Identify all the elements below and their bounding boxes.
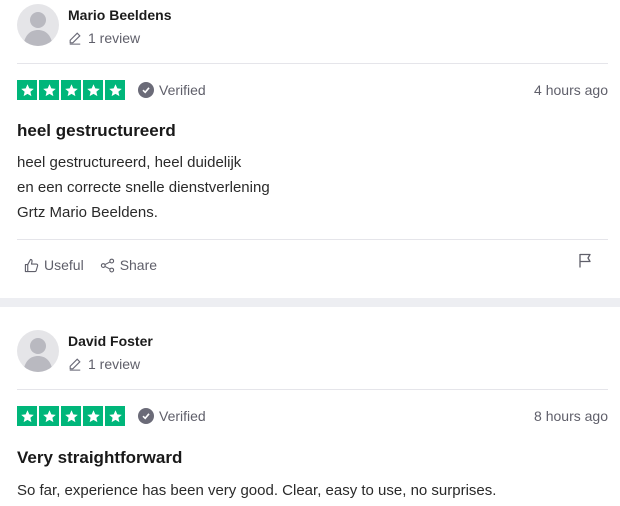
review-date: 8 hours ago	[534, 408, 608, 424]
review-actions: Useful Share	[24, 257, 157, 273]
review-count-label: 1 review	[88, 356, 141, 372]
star-rating	[17, 406, 125, 426]
review-body-line: heel gestructureerd, heel duidelijk	[17, 154, 242, 171]
verified-check-icon	[138, 408, 154, 424]
divider	[17, 389, 608, 390]
thumbs-up-icon	[24, 258, 39, 272]
avatar-placeholder-icon	[23, 338, 53, 372]
star-rating	[17, 80, 125, 100]
star-icon	[105, 80, 125, 100]
verified-check-icon	[138, 82, 154, 98]
star-icon	[17, 80, 37, 100]
share-icon	[100, 258, 114, 272]
review-count: 1 review	[68, 356, 140, 372]
star-icon	[83, 80, 103, 100]
avatar[interactable]	[17, 4, 59, 46]
review-count-label: 1 review	[88, 30, 141, 46]
divider	[17, 63, 608, 64]
review-body-line: So far, experience has been very good. C…	[17, 482, 497, 499]
star-icon	[61, 80, 81, 100]
useful-button[interactable]: Useful	[24, 257, 84, 273]
review-count: 1 review	[68, 30, 140, 46]
star-icon	[105, 406, 125, 426]
useful-label: Useful	[44, 257, 84, 273]
review-title[interactable]: Very straightforward	[17, 448, 182, 468]
review-body-line: Grtz Mario Beeldens.	[17, 204, 158, 221]
reviewer-name[interactable]: David Foster	[68, 333, 153, 349]
verified-label: Verified	[159, 82, 206, 98]
review-separator	[0, 298, 620, 307]
review-body: heel gestructureerd, heel duidelijk en e…	[17, 150, 270, 225]
review-card: Mario Beeldens 1 review Verified 4 hours…	[0, 0, 620, 298]
avatar-placeholder-icon	[23, 12, 53, 46]
verified-label: Verified	[159, 408, 206, 424]
report-flag-button[interactable]	[578, 253, 592, 273]
pencil-icon	[69, 358, 81, 371]
review-body: So far, experience has been very good. C…	[17, 478, 496, 503]
star-icon	[39, 80, 59, 100]
share-label: Share	[119, 257, 158, 273]
star-icon	[39, 406, 59, 426]
flag-icon	[579, 253, 591, 268]
star-icon	[61, 406, 81, 426]
star-icon	[17, 406, 37, 426]
share-button[interactable]: Share	[100, 257, 157, 273]
review-card: David Foster 1 review Verified 8 hours a…	[0, 307, 620, 506]
verified-badge[interactable]: Verified	[138, 408, 206, 424]
verified-badge[interactable]: Verified	[138, 82, 206, 98]
avatar[interactable]	[17, 330, 59, 372]
star-icon	[83, 406, 103, 426]
review-title[interactable]: heel gestructureerd	[17, 121, 176, 141]
reviewer-name[interactable]: Mario Beeldens	[68, 7, 171, 23]
divider	[17, 239, 608, 240]
review-date: 4 hours ago	[534, 82, 608, 98]
review-body-line: en een correcte snelle dienstverlening	[17, 179, 270, 196]
pencil-icon	[69, 32, 81, 45]
